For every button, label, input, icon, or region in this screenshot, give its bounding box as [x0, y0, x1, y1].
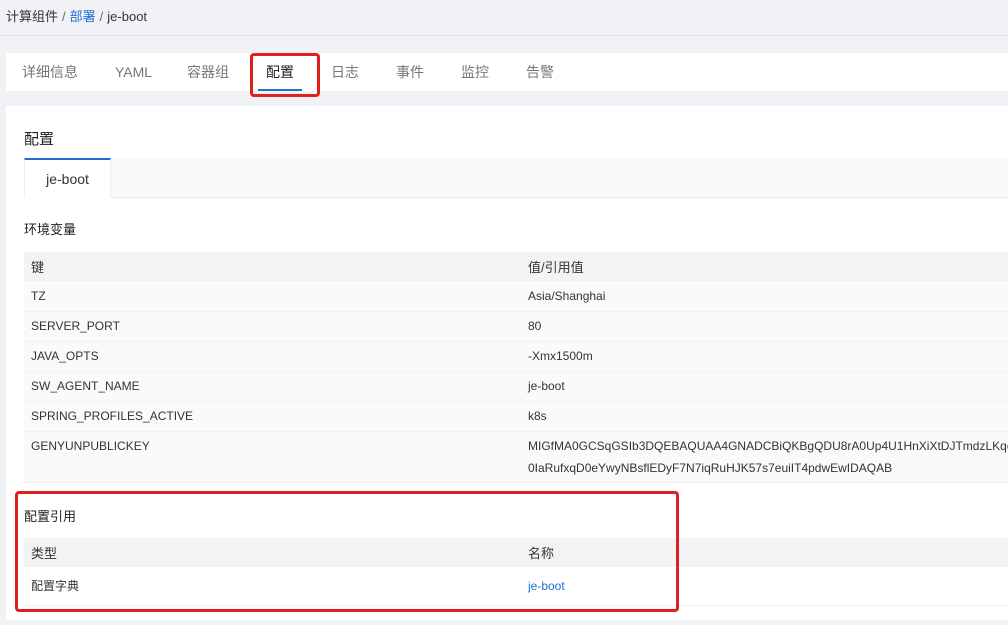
detail-tabs: 详细信息 YAML 容器组 配置 日志 事件 监控 告警: [6, 53, 1008, 91]
ref-name-link[interactable]: je-boot: [528, 579, 565, 593]
env-value: je-boot: [521, 371, 1008, 402]
container-tab-je-boot[interactable]: je-boot: [24, 158, 111, 198]
container-tabs: je-boot: [24, 158, 1008, 198]
table-row: TZ Asia/Shanghai: [24, 281, 1008, 312]
table-row: SERVER_PORT 80: [24, 311, 1008, 342]
column-header-name: 名称: [521, 538, 1008, 567]
table-row: JAVA_OPTS -Xmx1500m: [24, 341, 1008, 372]
tab-yaml[interactable]: YAML: [115, 53, 152, 91]
table-header-row: 键 值/引用值: [24, 252, 1008, 281]
tab-config[interactable]: 配置: [258, 53, 302, 91]
config-section-title: 配置: [24, 131, 55, 148]
breadcrumb-separator: /: [62, 9, 66, 24]
env-value-line: MIGfMA0GCSqGSIb3DQEBAQUAA4GNADCBiQKBgQDU…: [528, 438, 1008, 453]
tab-pods[interactable]: 容器组: [187, 53, 229, 91]
env-key: SPRING_PROFILES_ACTIVE: [24, 401, 521, 432]
env-value: 80: [521, 311, 1008, 342]
table-row: SPRING_PROFILES_ACTIVE k8s: [24, 401, 1008, 432]
env-key: JAVA_OPTS: [24, 341, 521, 372]
config-refs-table: 类型 名称 配置字典 je-boot: [24, 538, 1008, 606]
env-value: -Xmx1500m: [521, 341, 1008, 372]
tab-alerts[interactable]: 告警: [526, 53, 554, 91]
env-value: Asia/Shanghai: [521, 281, 1008, 312]
table-row: GENYUNPUBLICKEY MIGfMA0GCSqGSIb3DQEBAQUA…: [24, 431, 1008, 483]
breadcrumb-root[interactable]: 计算组件: [6, 9, 58, 24]
table-row: SW_AGENT_NAME je-boot: [24, 371, 1008, 402]
env-key: GENYUNPUBLICKEY: [24, 431, 521, 483]
config-refs-title: 配置引用: [24, 509, 77, 524]
env-value: k8s: [521, 401, 1008, 432]
tab-monitoring[interactable]: 监控: [461, 53, 489, 91]
column-header-key: 键: [24, 252, 521, 281]
env-vars-title: 环境变量: [24, 222, 77, 237]
env-key: TZ: [24, 281, 521, 312]
config-panel: 配置 je-boot 环境变量 键 值/引用值 TZ Asia/Shanghai…: [6, 106, 1008, 620]
env-value-line: 0IaRufxqD0eYwyNBsflEDyF7N7iqRuHJK57s7eui…: [528, 460, 893, 475]
env-value: MIGfMA0GCSqGSIb3DQEBAQUAA4GNADCBiQKBgQDU…: [521, 431, 1008, 483]
tab-events[interactable]: 事件: [396, 53, 424, 91]
env-key: SW_AGENT_NAME: [24, 371, 521, 402]
env-key: SERVER_PORT: [24, 311, 521, 342]
ref-type: 配置字典: [24, 567, 521, 606]
column-header-value: 值/引用值: [521, 252, 1008, 281]
column-header-type: 类型: [24, 538, 521, 567]
breadcrumb: 计算组件 / 部署 / je-boot: [6, 6, 147, 24]
ref-name-cell: je-boot: [521, 567, 1008, 606]
header-divider: [0, 35, 1008, 36]
env-vars-table: 键 值/引用值 TZ Asia/Shanghai SERVER_PORT 80 …: [24, 252, 1008, 483]
breadcrumb-separator: /: [99, 9, 104, 24]
breadcrumb-deployments-link[interactable]: 部署: [70, 9, 96, 24]
tab-details[interactable]: 详细信息: [22, 53, 78, 91]
table-row: 配置字典 je-boot: [24, 567, 1008, 606]
breadcrumb-current: je-boot: [107, 9, 148, 24]
table-header-row: 类型 名称: [24, 538, 1008, 567]
tab-logs[interactable]: 日志: [331, 53, 359, 91]
